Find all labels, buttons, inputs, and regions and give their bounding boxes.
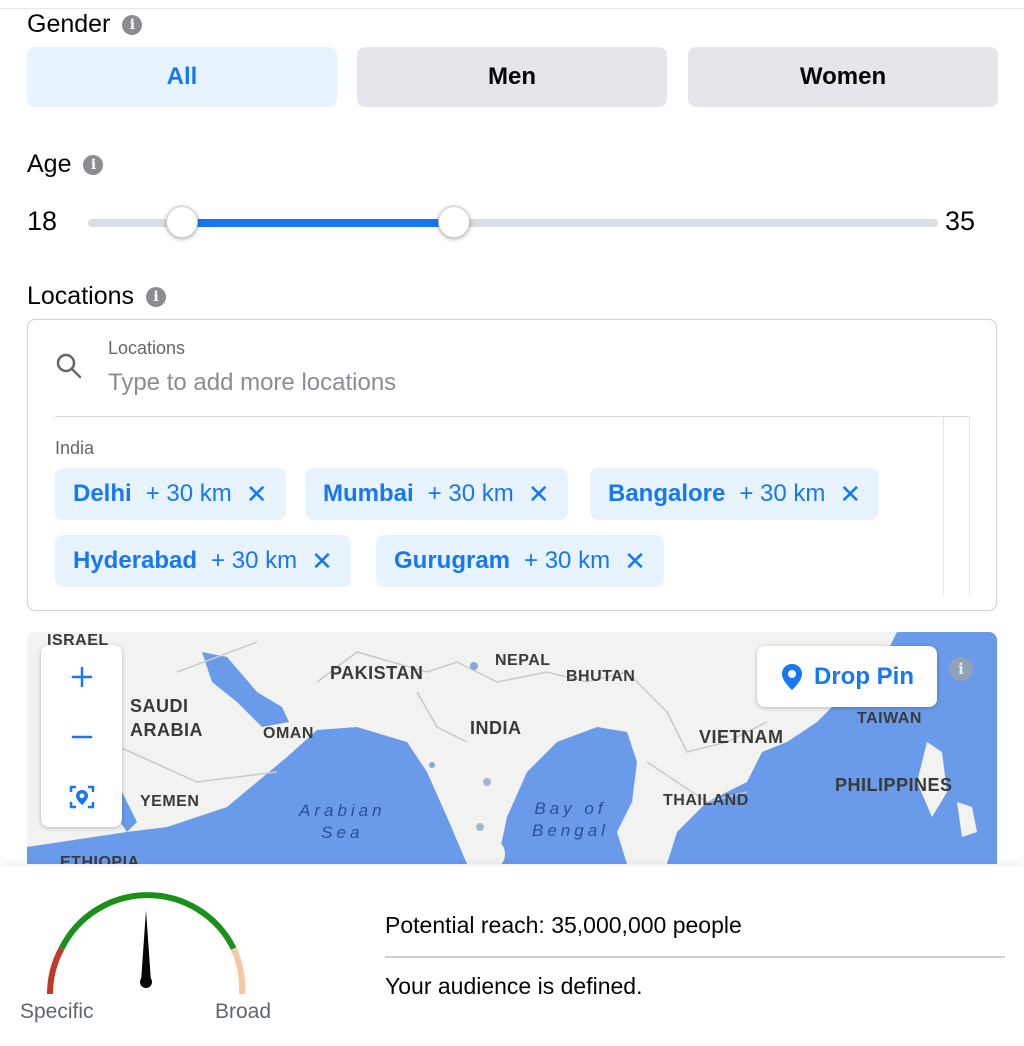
map-label: PHILIPPINES [835,775,953,795]
top-divider [0,8,1024,9]
minus-icon [71,735,92,739]
locations-search-input[interactable] [108,366,908,400]
close-icon[interactable]: ✕ [624,546,646,577]
map-label: VIETNAM [699,727,784,747]
chip-city: Mumbai [323,480,414,507]
divider [55,416,970,417]
audience-gauge [47,892,246,995]
gender-option-label: Men [488,63,536,90]
chip-city: Delhi [73,480,132,507]
age-slider-range [181,219,454,227]
potential-reach-text: Potential reach: 35,000,000 people [385,912,742,938]
gender-option-label: Women [799,63,887,90]
age-max-value: 35 [945,206,976,236]
locations-heading: Locations i [27,282,167,311]
map-sea-label: Arabian Sea [299,801,386,842]
zoom-in-button[interactable] [41,647,122,707]
map-label: ETHIOPIA [60,854,140,864]
location-chip-hyderabad[interactable]: Hyderabad + 30 km ✕ [55,535,351,587]
chip-radius: + 30 km [427,480,514,507]
chip-radius: + 30 km [524,547,611,574]
close-icon[interactable]: ✕ [839,479,861,510]
drop-pin-label: Drop Pin [814,662,914,690]
chip-city: Hyderabad [73,547,198,574]
map-label: NEPAL [495,652,551,669]
chip-radius: + 30 km [145,480,232,507]
chip-radius: + 30 km [211,547,298,574]
age-min-handle[interactable] [165,206,198,238]
scrollbar[interactable] [943,417,970,595]
chip-city: Bangalore [608,480,726,507]
close-icon[interactable]: ✕ [246,479,268,510]
map-label: YEMEN [140,793,200,810]
drop-pin-button[interactable]: Drop Pin [757,646,937,707]
info-icon[interactable]: i [83,154,104,175]
map-pin-icon [782,663,802,690]
locate-icon [69,785,94,809]
recenter-button[interactable] [41,767,122,827]
map-label: TAIWAN [857,710,922,727]
location-chip-mumbai[interactable]: Mumbai + 30 km ✕ [305,468,568,520]
audience-status-text: Your audience is defined. [385,973,643,999]
gender-option-men[interactable]: Men [357,47,667,107]
map-label: PAKISTAN [330,663,424,683]
location-chip-delhi[interactable]: Delhi + 30 km ✕ [55,468,286,520]
close-icon[interactable]: ✕ [528,479,550,510]
location-chip-bangalore[interactable]: Bangalore + 30 km ✕ [590,468,880,520]
age-min-value: 18 [27,206,58,236]
gender-option-label: All [166,63,198,90]
plus-icon [71,666,92,688]
age-heading: Age i [27,150,104,179]
map-label: BHUTAN [566,668,636,685]
gauge-broad-label: Broad [215,1000,272,1023]
chip-radius: + 30 km [739,480,826,507]
search-icon [56,353,82,379]
info-icon[interactable]: i [146,286,167,307]
map-label: SAUDI ARABIA [130,696,203,740]
map-label: THAILAND [663,792,749,809]
locations-label: Locations [27,282,135,310]
info-icon[interactable]: i [949,657,973,681]
country-label: India [55,438,95,458]
map-label: INDIA [470,718,522,738]
divider [385,956,1005,958]
gender-option-all[interactable]: All [27,47,337,107]
gauge-needle [141,910,151,982]
age-label: Age [27,150,72,178]
map-label: OMAN [263,725,314,742]
map-zoom-controls [41,645,122,827]
gender-option-women[interactable]: Women [688,47,998,107]
locations-field-label: Locations [108,338,186,358]
gender-heading: Gender i [27,10,143,39]
zoom-out-button[interactable] [41,707,122,767]
gauge-specific-label: Specific [20,1000,94,1023]
close-icon[interactable]: ✕ [311,546,333,577]
location-chip-gurugram[interactable]: Gurugram + 30 km ✕ [376,535,664,587]
info-icon[interactable]: i [122,14,143,35]
chip-city: Gurugram [394,547,511,574]
map-sea-label: Bay of Bengal [532,799,609,840]
age-max-handle[interactable] [437,206,470,238]
gender-label: Gender [27,10,111,38]
